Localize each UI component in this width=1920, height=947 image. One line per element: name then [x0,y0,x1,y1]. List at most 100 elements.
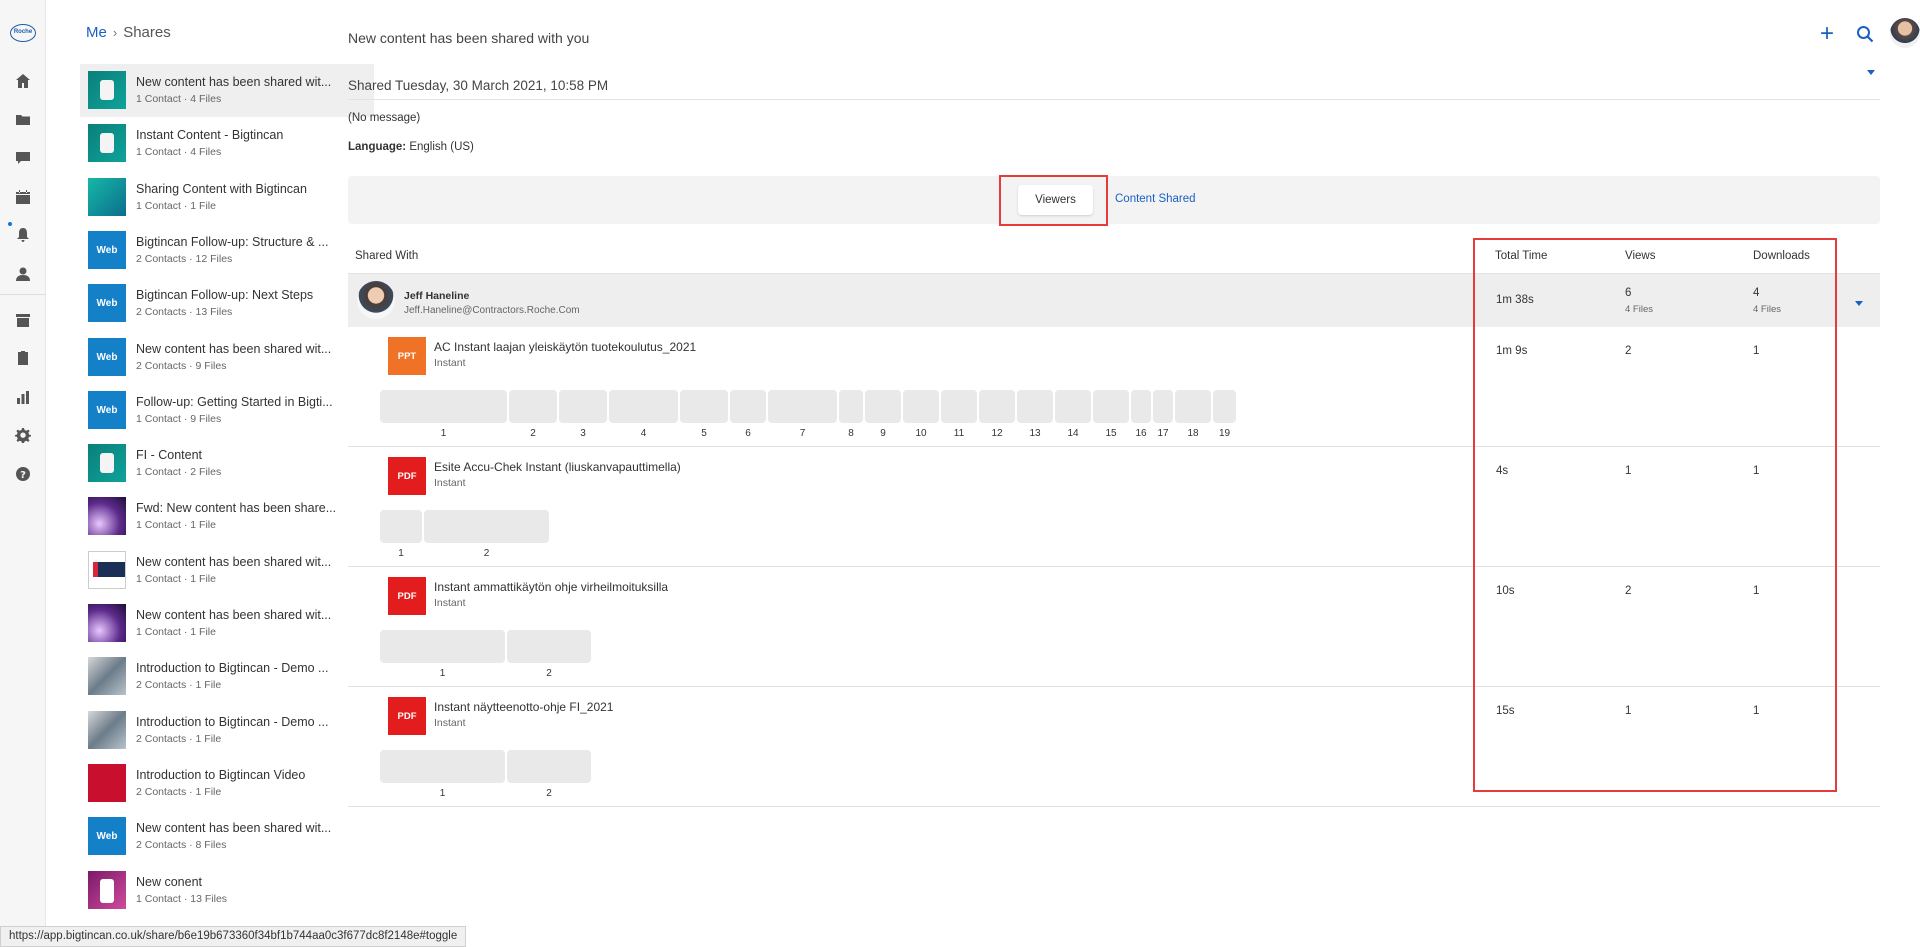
share-thumbnail [88,604,126,642]
divider [348,99,1880,100]
share-list-item[interactable]: Web Bigtincan Follow-up: Structure & ... 2… [80,224,374,277]
share-list-item[interactable]: Sharing Content with Bigtincan 1 Contact … [80,171,374,224]
bell-icon[interactable] [14,226,32,244]
viewer-chevron-down-icon[interactable] [1855,301,1863,306]
share-list-item[interactable]: Web New content has been shared wit... 2 C… [80,331,374,384]
share-thumbnail [88,124,126,162]
share-title: New conent [136,875,203,889]
gear-icon[interactable] [14,426,32,444]
share-meta: 2 Contacts · 12 Files [136,253,233,265]
share-title: New content has been shared wit... [136,608,332,622]
page-number: 11 [953,428,965,439]
page-bar[interactable] [380,510,422,543]
share-list-item[interactable]: New content has been shared wit... 1 Cont… [80,544,374,597]
svg-text:?: ? [20,470,26,481]
user-avatar[interactable] [1890,18,1920,48]
share-list-item[interactable]: New content has been shared wit... 1 Cont… [80,64,374,117]
breadcrumb-chevron-icon: › [112,25,118,40]
page-bar[interactable] [1055,390,1091,423]
page-bar[interactable] [768,390,837,423]
calendar-icon[interactable] [14,188,32,206]
share-title: New content has been shared wit... [136,555,332,569]
share-list-item[interactable]: Web Bigtincan Follow-up: Next Steps 2 Cont… [80,277,374,330]
share-list-item[interactable]: Introduction to Bigtincan - Demo ... 2 Co… [80,704,374,757]
page-bar[interactable] [865,390,901,423]
home-icon[interactable] [14,72,32,90]
page-bar[interactable] [979,390,1015,423]
page-bar[interactable] [1213,390,1236,423]
share-list-item[interactable]: Web New content has been shared wit... 2 C… [80,810,374,863]
file-name[interactable]: Esite Accu-Chek Instant (liuskanvapautti… [434,460,681,474]
page-bar[interactable] [1175,390,1211,423]
page-bar[interactable] [380,750,505,783]
share-title: Introduction to Bigtincan - Demo ... [136,661,329,675]
share-meta: 2 Contacts · 1 File [136,733,222,745]
page-bar[interactable] [903,390,939,423]
share-list-item[interactable]: Instant Content - Bigtincan 1 Contact · 4… [80,117,374,170]
clipboard-icon[interactable] [14,349,32,367]
page-bar[interactable] [1017,390,1053,423]
archive-icon[interactable] [14,311,32,329]
page-bar[interactable] [509,390,557,423]
tab-content-shared[interactable]: Content Shared [1115,193,1196,205]
share-title: Introduction to Bigtincan - Demo ... [136,715,329,729]
page-bar[interactable] [1153,390,1173,423]
page-number: 5 [701,428,707,439]
page-number: 12 [991,428,1003,439]
share-thumbnail: Web [88,817,126,855]
page-number: 18 [1187,428,1199,439]
share-thumbnail: Web [88,338,126,376]
page-number: 8 [848,428,854,439]
page-bar[interactable] [730,390,766,423]
user-icon[interactable] [14,265,32,283]
tab-bar: Viewers Content Shared [348,176,1880,224]
share-list-item[interactable]: Introduction to Bigtincan Video 2 Contact… [80,757,374,810]
share-thumbnail: Web [88,231,126,269]
share-list-item[interactable]: New conent 1 Contact · 13 Files [80,864,374,917]
page-bar[interactable] [839,390,863,423]
chat-icon[interactable] [14,149,32,167]
search-icon[interactable] [1856,25,1874,43]
page-number: 2 [530,428,536,439]
page-bar[interactable] [680,390,728,423]
page-number: 7 [799,428,806,439]
pdf-file-icon: PDF [388,577,426,615]
share-thumbnail [88,71,126,109]
file-name[interactable]: Instant ammattikäytön ohje virheilmoituk… [434,580,668,594]
file-name[interactable]: AC Instant laajan yleiskäytön tuotekoulu… [434,340,696,354]
page-bar[interactable] [609,390,678,423]
page-number: 6 [745,428,751,439]
share-list-item[interactable]: Web Follow-up: Getting Started in Bigti..… [80,384,374,437]
share-list-item[interactable]: Fwd: New content has been share... 1 Cont… [80,490,374,543]
file-name[interactable]: Instant näytteenotto-ohje FI_2021 [434,700,613,714]
share-thumbnail [88,444,126,482]
bar-chart-icon[interactable] [14,388,32,406]
folder-icon[interactable] [14,111,32,129]
roche-logo[interactable]: Roche [10,24,36,42]
file-type: Instant [434,717,466,729]
page-bar[interactable] [380,390,507,423]
share-list-item[interactable]: FI - Content 1 Contact · 2 Files [80,437,374,490]
status-bar-url: https://app.bigtincan.co.uk/share/b6e19b… [0,926,467,947]
help-icon[interactable]: ? [14,465,32,483]
share-thumbnail [88,178,126,216]
share-meta: 1 Contact · 2 Files [136,466,222,478]
page-bar[interactable] [507,630,591,663]
page-bar[interactable] [941,390,977,423]
breadcrumb-me-link[interactable]: Me [86,24,107,41]
page-bar[interactable] [1093,390,1129,423]
share-title: New content has been shared wit... [136,342,332,356]
details-chevron-down-icon[interactable] [1867,70,1875,75]
shared-date: Shared Tuesday, 30 March 2021, 10:58 PM [348,78,609,93]
page-bar[interactable] [559,390,607,423]
page-bar[interactable] [507,750,591,783]
page-bar[interactable] [424,510,549,543]
page-bar[interactable] [380,630,505,663]
share-list-item[interactable]: New content has been shared wit... 1 Cont… [80,597,374,650]
share-list-item[interactable]: Introduction to Bigtincan - Demo ... 2 Co… [80,650,374,703]
header-shared-with: Shared With [355,250,419,262]
page-bar[interactable] [1131,390,1151,423]
share-thumbnail [88,764,126,802]
language-label: Language: [348,141,407,153]
add-icon[interactable]: + [1820,22,1834,46]
